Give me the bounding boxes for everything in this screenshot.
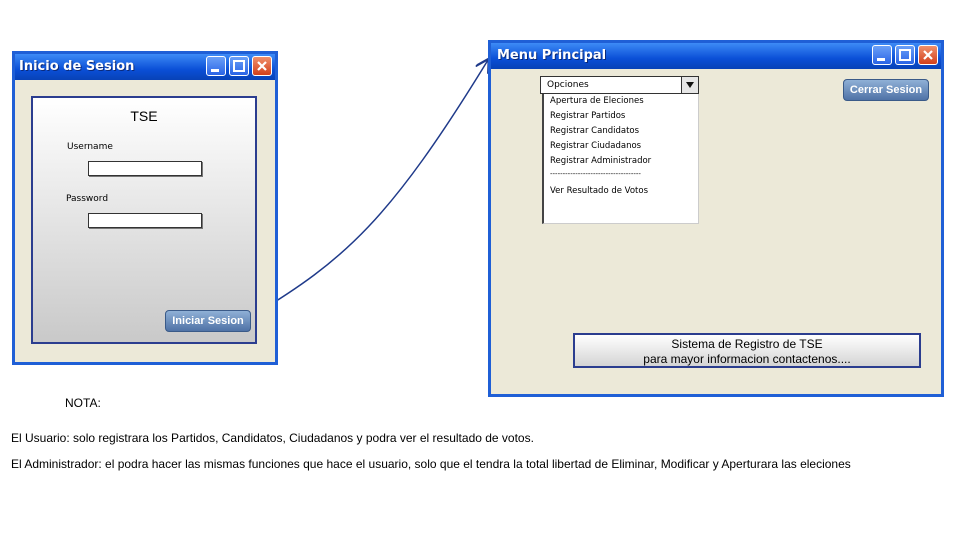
status-box: Sistema de Registro de TSE para mayor in… bbox=[573, 333, 921, 368]
password-field[interactable] bbox=[88, 213, 202, 228]
menu-item-resultados[interactable]: Ver Resultado de Votos bbox=[550, 186, 648, 196]
maximize-button[interactable] bbox=[895, 45, 915, 65]
menu-separator: ------------------------------------ bbox=[550, 170, 641, 178]
username-label: Username bbox=[67, 142, 113, 152]
note-heading: NOTA: bbox=[65, 396, 101, 410]
options-selected-value: Opciones bbox=[547, 80, 589, 90]
minimize-icon bbox=[877, 58, 885, 61]
menu-item-apertura[interactable]: Apertura de Eleciones bbox=[550, 96, 644, 106]
menu-item-candidatos[interactable]: Registrar Candidatos bbox=[550, 126, 639, 136]
login-panel: TSE Username Password Iniciar Sesion bbox=[31, 96, 257, 344]
login-titlebar[interactable]: Inicio de Sesion bbox=[15, 54, 275, 80]
close-button[interactable] bbox=[252, 56, 272, 76]
menu-item-ciudadanos[interactable]: Registrar Ciudadanos bbox=[550, 141, 641, 151]
minimize-button[interactable] bbox=[206, 56, 226, 76]
password-label: Password bbox=[66, 194, 109, 204]
login-window: Inicio de Sesion TSE Username Password I… bbox=[12, 51, 278, 365]
minimize-button[interactable] bbox=[872, 45, 892, 65]
menu-titlebar[interactable]: Menu Principal bbox=[491, 43, 941, 69]
connector-arrow bbox=[252, 60, 488, 316]
note-administrador: El Administrador: el podra hacer las mis… bbox=[11, 457, 851, 471]
menu-item-partidos[interactable]: Registrar Partidos bbox=[550, 111, 625, 121]
login-window-title: Inicio de Sesion bbox=[19, 59, 135, 74]
menu-window-title: Menu Principal bbox=[497, 48, 607, 63]
options-dropdown[interactable]: Opciones Apertura de Eleciones Registrar… bbox=[540, 76, 699, 224]
menu-window: Menu Principal Opciones Apertura de Elec… bbox=[488, 40, 944, 397]
status-line-2: para mayor informacion contactenos.... bbox=[643, 352, 851, 366]
minimize-icon bbox=[211, 69, 219, 72]
close-button[interactable] bbox=[918, 45, 938, 65]
chevron-down-icon[interactable] bbox=[681, 77, 698, 93]
note-usuario: El Usuario: solo registrara los Partidos… bbox=[11, 431, 534, 445]
close-icon bbox=[257, 61, 267, 71]
login-button[interactable]: Iniciar Sesion bbox=[165, 310, 251, 332]
options-select[interactable]: Opciones bbox=[540, 76, 699, 94]
username-field[interactable] bbox=[88, 161, 202, 176]
status-line-1: Sistema de Registro de TSE bbox=[671, 337, 823, 351]
options-list: Apertura de Eleciones Registrar Partidos… bbox=[542, 94, 699, 224]
app-label: TSE bbox=[130, 108, 158, 124]
logout-button[interactable]: Cerrar Sesion bbox=[843, 79, 929, 101]
close-icon bbox=[923, 50, 933, 60]
menu-item-administrador[interactable]: Registrar Administrador bbox=[550, 156, 651, 166]
maximize-icon bbox=[899, 49, 911, 61]
maximize-icon bbox=[233, 60, 245, 72]
maximize-button[interactable] bbox=[229, 56, 249, 76]
